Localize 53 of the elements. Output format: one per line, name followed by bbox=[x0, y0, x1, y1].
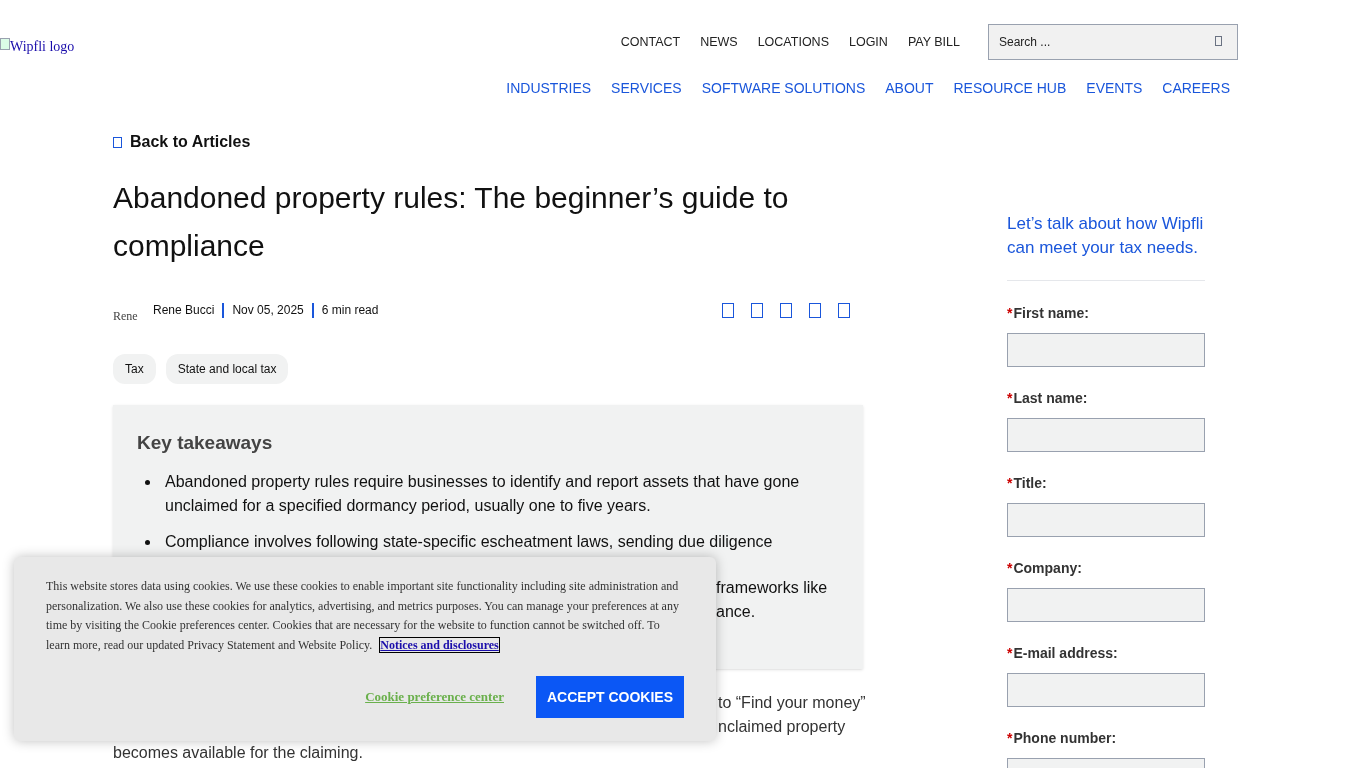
main-nav-link[interactable]: EVENTS bbox=[1086, 78, 1143, 99]
field-label: Company: bbox=[1013, 559, 1082, 578]
form-heading: Let’s talk about how Wipfli can meet your tax needs. bbox=[1007, 212, 1205, 281]
takeaway-text: ance. bbox=[716, 601, 756, 622]
article-text: to “Find your money” bbox=[718, 693, 866, 713]
required-mark: * bbox=[1007, 644, 1013, 663]
field-label: Last name: bbox=[1013, 389, 1088, 408]
main-nav-link[interactable]: INDUSTRIES bbox=[506, 78, 592, 99]
back-link[interactable]: Back to Articles bbox=[113, 132, 863, 152]
required-mark: * bbox=[1007, 729, 1013, 748]
tag-chip[interactable]: State and local tax bbox=[165, 354, 289, 384]
main-nav-link[interactable]: SERVICES bbox=[611, 78, 682, 99]
field-label: E-mail address: bbox=[1013, 644, 1118, 663]
author-name: Rene Bucci bbox=[153, 302, 215, 319]
search-field[interactable]: Search ... bbox=[988, 24, 1238, 60]
required-mark: * bbox=[1007, 304, 1013, 323]
field-label: First name: bbox=[1013, 304, 1089, 323]
required-mark: * bbox=[1007, 559, 1013, 578]
takeaway-text: frameworks like bbox=[716, 577, 828, 598]
article-text: nclaimed property bbox=[718, 717, 846, 737]
text-field[interactable] bbox=[1007, 418, 1205, 452]
takeaways-heading: Key takeaways bbox=[137, 431, 274, 455]
main-nav-link[interactable]: CAREERS bbox=[1162, 78, 1230, 99]
article-text: becomes available for the claiming. bbox=[113, 743, 363, 763]
utility-nav-link[interactable]: CONTACT bbox=[620, 32, 681, 52]
bullet-icon bbox=[145, 479, 150, 485]
utility-nav-link[interactable]: PAY BILL bbox=[907, 32, 960, 52]
takeaway-text: Compliance involves following state-specific escheatment laws, sending due diligence bbox=[165, 531, 773, 552]
field-label: Phone number: bbox=[1013, 729, 1117, 748]
required-mark: * bbox=[1007, 474, 1013, 493]
cookie-text: This website stores data using cookies. We use these cookies to enable important site functionality including site administration and personalization. We also use these cookies for analytics, advertising, and metrics purposes. You can manage your preferences at any time by visiting the Cookie preferences center. Cookies that are necessary for the website to function cannot be switched off. To learn more, read our updated Privacy Statement and Website Policy. Notices and disclosures bbox=[46, 578, 680, 655]
accept-cookies-button[interactable]: ACCEPT COOKIES bbox=[536, 676, 684, 718]
text-field[interactable] bbox=[1007, 503, 1205, 537]
required-mark: * bbox=[1007, 389, 1013, 408]
publish-date: Nov 05, 2025 bbox=[232, 302, 304, 319]
main-nav-link[interactable]: SOFTWARE SOLUTIONS bbox=[701, 78, 866, 99]
bullet-icon bbox=[145, 539, 150, 545]
article-title: Abandoned property rules: The beginner’s guide to compliance bbox=[113, 180, 790, 264]
read-time: 6 min read bbox=[321, 302, 379, 319]
main-nav-link[interactable]: ABOUT bbox=[885, 78, 934, 99]
field-label: Title: bbox=[1013, 474, 1047, 493]
logo-link[interactable]: Wipfli logo bbox=[0, 0, 300, 124]
avatar-alt-text: Rene bbox=[113, 308, 139, 325]
tag-chip[interactable]: Tax bbox=[113, 354, 156, 384]
text-field[interactable] bbox=[1007, 588, 1205, 622]
utility-nav-link[interactable]: NEWS bbox=[700, 32, 738, 52]
text-field[interactable] bbox=[1007, 673, 1205, 707]
takeaway-text: Abandoned property rules require businesses to identify and report assets that have gone unclaimed for a specified dormancy period, usually one to five years. bbox=[165, 471, 801, 516]
main-nav-link[interactable]: RESOURCE HUB bbox=[953, 78, 1067, 99]
text-field[interactable] bbox=[1007, 333, 1205, 367]
utility-nav-link[interactable]: LOCATIONS bbox=[757, 32, 829, 52]
notices-link[interactable]: Notices and disclosures bbox=[379, 636, 500, 653]
utility-nav-link[interactable]: LOGIN bbox=[848, 32, 888, 52]
